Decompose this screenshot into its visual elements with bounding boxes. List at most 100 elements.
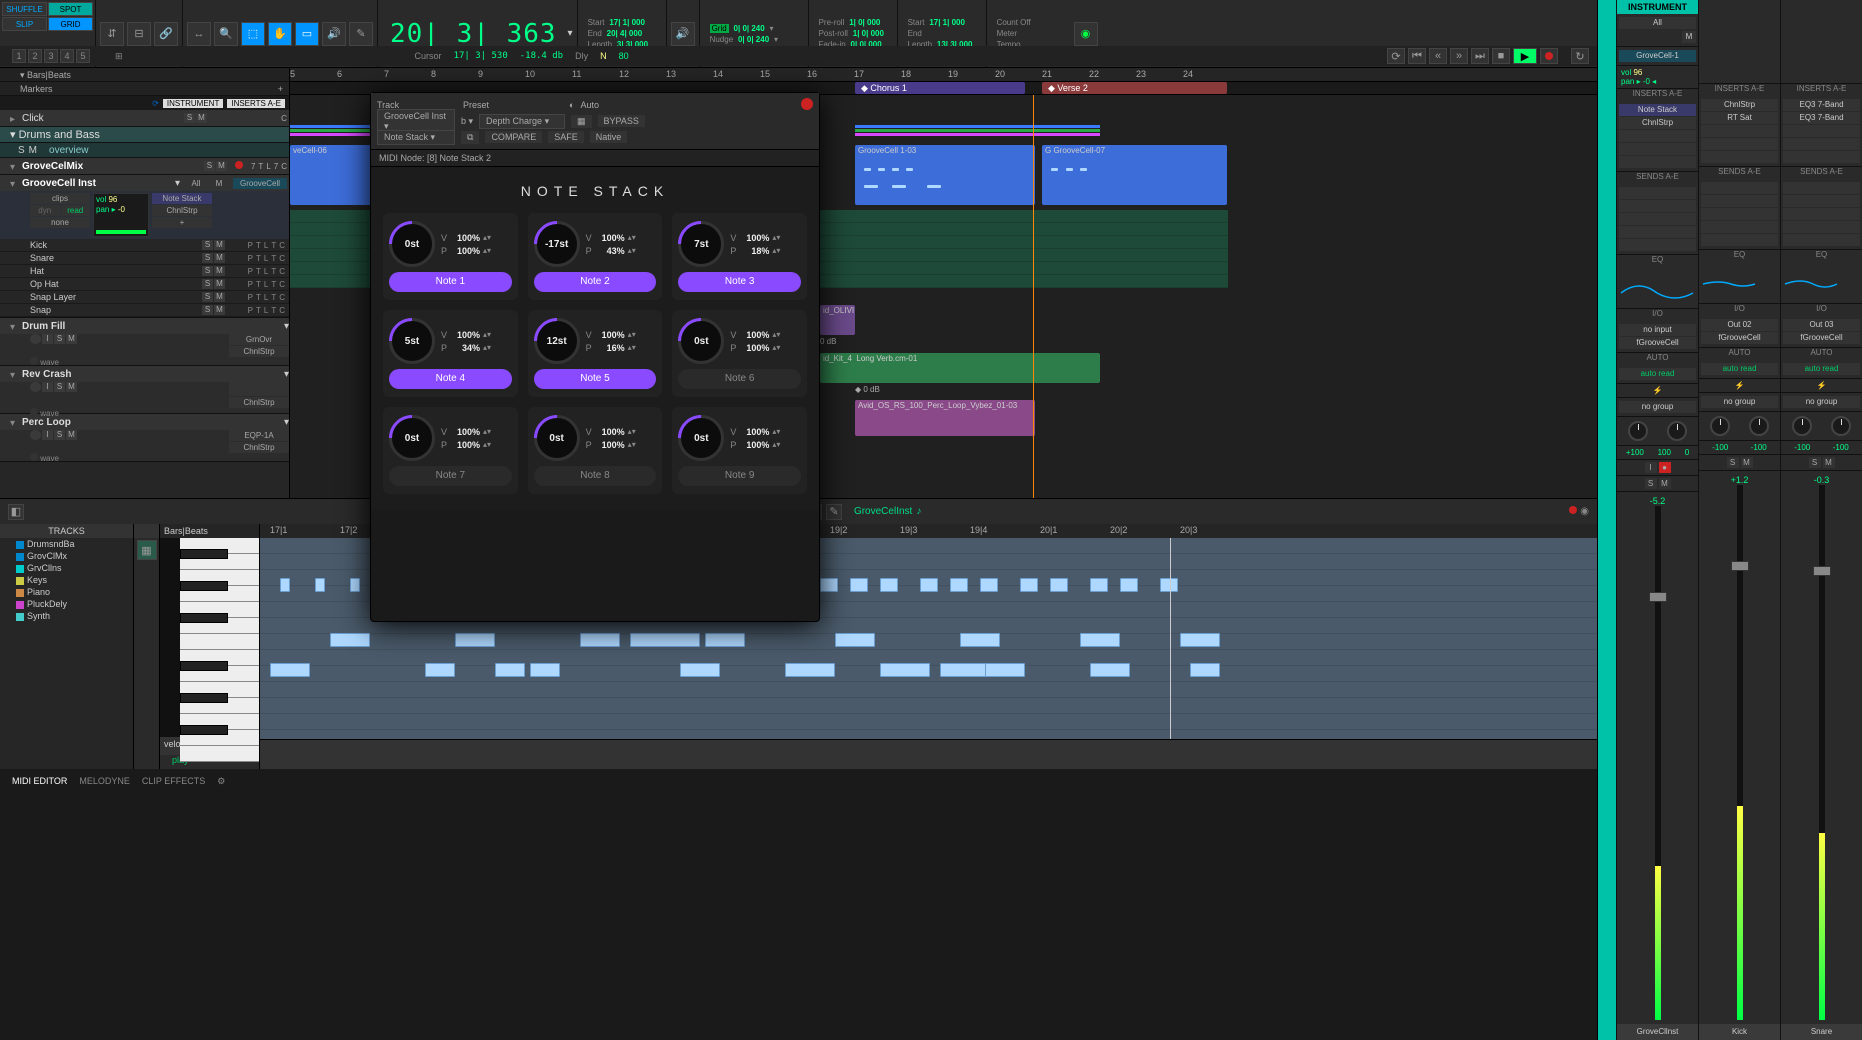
- mute-button[interactable]: M: [66, 382, 77, 392]
- record-button-icon[interactable]: [1540, 48, 1558, 64]
- stepper-icon[interactable]: ▴▾: [772, 330, 780, 339]
- mute-button[interactable]: M: [196, 113, 207, 123]
- solo-button[interactable]: S: [1727, 457, 1739, 468]
- disclosure-icon[interactable]: ▾: [10, 370, 18, 378]
- link-tool-icon[interactable]: 🔗: [154, 22, 178, 46]
- tab-melodyne[interactable]: MELODYNE: [79, 776, 130, 786]
- mute-button[interactable]: M: [214, 305, 225, 315]
- stepper-icon[interactable]: ▴▾: [483, 440, 491, 449]
- solo-button[interactable]: S: [202, 292, 213, 302]
- mute-button[interactable]: M: [66, 334, 77, 344]
- midi-note[interactable]: [630, 633, 700, 647]
- spot-mode[interactable]: SPOT: [48, 2, 93, 16]
- midi-note[interactable]: [1080, 633, 1120, 647]
- insert-groovecell[interactable]: GrooveCell: [233, 178, 287, 189]
- midi-track-item[interactable]: Synth: [0, 610, 133, 622]
- midi-note[interactable]: [280, 578, 290, 592]
- fader[interactable]: -5.2: [1617, 492, 1698, 1024]
- smart-tool-icon[interactable]: ▭: [295, 22, 319, 46]
- midi-track-item[interactable]: Piano: [0, 586, 133, 598]
- midi-note[interactable]: [880, 663, 930, 677]
- stepper-icon[interactable]: ▴▾: [628, 246, 636, 255]
- cursor-tool-icon[interactable]: ↔: [187, 22, 211, 46]
- fast-forward-icon[interactable]: »: [1450, 48, 1468, 64]
- mute-button[interactable]: M: [1823, 457, 1835, 468]
- disclosure-icon[interactable]: ▸: [10, 114, 18, 122]
- markers-header[interactable]: Markers+: [0, 82, 289, 96]
- transpose-knob[interactable]: 0st: [678, 415, 724, 461]
- goto-end-icon[interactable]: ⏭: [1471, 48, 1489, 64]
- fader[interactable]: -0.3: [1781, 471, 1862, 1024]
- mixer-channel-2[interactable]: INSERTS A-E ChnlStrpRT Sat SENDS A-E EQ …: [1698, 0, 1780, 1040]
- counter-dropdown-icon[interactable]: ▾: [568, 28, 573, 39]
- mute-button[interactable]: M: [1741, 457, 1753, 468]
- midi-view-icon[interactable]: ▦: [137, 540, 157, 560]
- io-input[interactable]: no input: [1619, 324, 1696, 336]
- midi-note[interactable]: [580, 633, 620, 647]
- stepper-icon[interactable]: ▴▾: [628, 233, 636, 242]
- input-monitor-button[interactable]: I: [42, 430, 53, 440]
- insert-note-stack[interactable]: Note Stack: [152, 193, 212, 204]
- mute-button[interactable]: M: [66, 430, 77, 440]
- transpose-knob[interactable]: 7st: [678, 221, 724, 267]
- input-monitor-button[interactable]: I: [42, 382, 53, 392]
- mixer-channel-3[interactable]: INSERTS A-E EQ3 7-BandEQ3 7-Band SENDS A…: [1780, 0, 1862, 1040]
- trim-tool-icon[interactable]: ⊟: [127, 22, 151, 46]
- midi-note[interactable]: [330, 633, 370, 647]
- grabber-tool-icon[interactable]: ✋: [268, 22, 292, 46]
- transpose-knob[interactable]: -17st: [534, 221, 580, 267]
- slip-mode[interactable]: SLIP: [2, 17, 47, 31]
- midi-note[interactable]: [530, 663, 560, 677]
- pan-knob[interactable]: [1710, 416, 1730, 436]
- tab-midi-editor[interactable]: MIDI EDITOR: [12, 776, 67, 786]
- stepper-icon[interactable]: ▴▾: [628, 440, 636, 449]
- add-insert-icon[interactable]: +: [152, 217, 212, 228]
- insert-chnlstrp[interactable]: ChnlStrp: [152, 205, 212, 216]
- transpose-knob[interactable]: 0st: [389, 415, 435, 461]
- record-arm-icon[interactable]: [235, 161, 243, 169]
- track-grovecelmix[interactable]: ▾ GroveCelMix SM 7TL7C: [0, 158, 289, 175]
- midi-note[interactable]: [850, 578, 868, 592]
- solo-button[interactable]: S: [202, 253, 213, 263]
- automation-dyn[interactable]: dyn: [30, 205, 60, 216]
- piano-keyboard[interactable]: Bars|Beats velocity ▾ play: [160, 524, 260, 769]
- input-monitor-button[interactable]: I: [1645, 462, 1657, 473]
- record-arm-icon[interactable]: [30, 430, 41, 440]
- pan-knob[interactable]: [1792, 416, 1812, 436]
- midi-note[interactable]: [835, 633, 875, 647]
- midi-note[interactable]: [880, 578, 898, 592]
- midi-note[interactable]: [270, 663, 310, 677]
- insert-chnlstrp[interactable]: ChnlStrp: [229, 397, 289, 408]
- pencil-tool-icon[interactable]: ✎: [349, 22, 373, 46]
- grid-mode[interactable]: GRID: [48, 17, 93, 31]
- midi-note[interactable]: [315, 578, 325, 592]
- note-enable-button[interactable]: Note 5: [534, 369, 657, 389]
- list-refresh-icon[interactable]: ⟳: [152, 99, 159, 108]
- track-perc-loop[interactable]: ▾Perc Loop▾ ISM EQP-1AChnlStrp wave: [0, 414, 289, 462]
- mute-button[interactable]: M: [214, 240, 225, 250]
- track-groovecell-inst[interactable]: ▾ GrooveCell Inst ▾ All M GrooveCell cli…: [0, 175, 289, 318]
- group-select[interactable]: no group: [1619, 401, 1696, 413]
- solo-button[interactable]: S: [54, 334, 65, 344]
- track-overview[interactable]: S M overview: [0, 143, 289, 158]
- pan-knob-r[interactable]: [1667, 421, 1687, 441]
- disclosure-icon[interactable]: ▾: [10, 129, 16, 141]
- midi-note[interactable]: [940, 663, 990, 677]
- metronome-icon[interactable]: ◉: [1074, 22, 1098, 46]
- stepper-icon[interactable]: ▴▾: [483, 330, 491, 339]
- solo-button[interactable]: S: [184, 113, 195, 123]
- tab-clip-effects[interactable]: CLIP EFFECTS: [142, 776, 205, 786]
- auto-read[interactable]: auto read: [1619, 368, 1696, 380]
- shuffle-mode[interactable]: SHUFFLE: [2, 2, 47, 16]
- midi-note[interactable]: [1190, 663, 1220, 677]
- goto-start-icon[interactable]: ⏮: [1408, 48, 1426, 64]
- automation-read[interactable]: read: [61, 205, 91, 216]
- disclosure-icon[interactable]: ▾: [10, 418, 18, 426]
- disclosure-icon[interactable]: ▾: [10, 322, 18, 330]
- clip-long-verb[interactable]: id_Kit_4 Long Verb.cm-01: [820, 353, 1100, 383]
- track-drum-fill[interactable]: ▾ Drum Fill▾ ISM GrnOvrChnlStrp wave: [0, 318, 289, 366]
- midi-note[interactable]: [1180, 633, 1220, 647]
- note-enable-button[interactable]: Note 9: [678, 466, 801, 486]
- stepper-icon[interactable]: ▴▾: [483, 427, 491, 436]
- midi-note[interactable]: [960, 633, 1000, 647]
